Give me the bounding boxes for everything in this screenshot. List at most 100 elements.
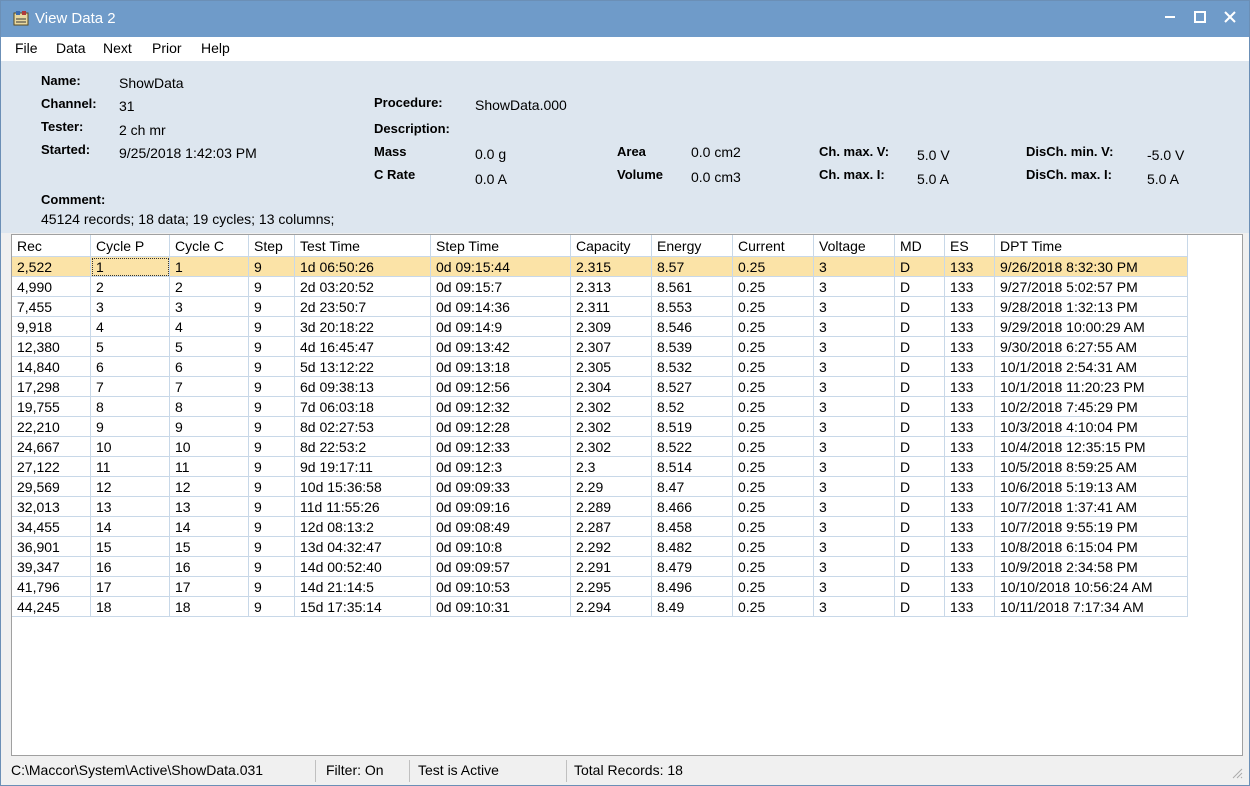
table-cell[interactable]: 8.479 [651,556,733,577]
data-grid[interactable]: Rec Cycle P Cycle C Step Test Time Step Time C… [11,234,1243,756]
column-header[interactable]: Capacity [570,235,652,257]
table-cell[interactable]: D [894,496,945,517]
table-cell[interactable]: 6 [169,356,249,377]
table-cell[interactable]: 18 [90,596,170,617]
table-cell[interactable]: 8.561 [651,276,733,297]
table-cell[interactable]: 6d 09:38:13 [294,376,431,397]
table-cell[interactable]: 4 [169,316,249,337]
table-cell[interactable]: 4d 16:45:47 [294,336,431,357]
table-cell[interactable]: 7 [169,376,249,397]
table-cell[interactable]: 9 [248,356,295,377]
table-cell[interactable]: 10 [169,436,249,457]
table-cell[interactable]: D [894,316,945,337]
table-cell[interactable]: 133 [944,456,995,477]
menu-data[interactable]: Data [56,40,86,56]
table-cell[interactable]: 10/11/2018 7:17:34 AM [994,596,1188,617]
column-header[interactable]: DPT Time [994,235,1188,257]
table-cell[interactable]: 10/7/2018 1:37:41 AM [994,496,1188,517]
table-cell[interactable]: D [894,356,945,377]
table-cell[interactable]: 4,990 [12,276,91,297]
table-row[interactable]: 9,918 4 4 9 3d 20:18:22 0d 09:14:9 2.309 8.546 0… [12,316,1188,337]
table-cell[interactable]: D [894,556,945,577]
table-cell[interactable]: 2.305 [570,356,652,377]
table-cell[interactable]: 16 [90,556,170,577]
table-cell[interactable]: 133 [944,496,995,517]
table-cell[interactable]: 9 [248,536,295,557]
table-cell[interactable]: 0.25 [732,596,814,617]
table-cell[interactable]: 1 [169,256,249,277]
table-cell[interactable]: 0d 09:13:42 [430,336,571,357]
table-cell[interactable]: 3 [813,496,895,517]
table-cell[interactable]: 0.25 [732,316,814,337]
table-cell[interactable]: 3 [813,436,895,457]
table-cell[interactable]: 8.546 [651,316,733,337]
table-cell[interactable]: 0d 09:12:3 [430,456,571,477]
table-cell[interactable]: 0.25 [732,256,814,277]
table-cell[interactable]: 2.315 [570,256,652,277]
table-cell[interactable]: D [894,376,945,397]
table-cell[interactable]: 0d 09:12:56 [430,376,571,397]
table-cell[interactable]: 2.29 [570,476,652,497]
table-cell[interactable]: 0d 09:15:7 [430,276,571,297]
table-cell[interactable]: 17 [90,576,170,597]
table-cell[interactable]: 10 [90,436,170,457]
table-cell[interactable]: 10/5/2018 8:59:25 AM [994,456,1188,477]
table-cell[interactable]: 3 [813,376,895,397]
table-row[interactable]: 36,901 15 15 9 13d 04:32:47 0d 09:10:8 2.292 8.… [12,536,1188,557]
table-cell[interactable]: 17,298 [12,376,91,397]
table-cell[interactable]: 14d 00:52:40 [294,556,431,577]
table-cell[interactable]: 133 [944,516,995,537]
table-cell[interactable]: 0.25 [732,416,814,437]
column-header[interactable]: Rec [12,235,91,257]
table-cell[interactable]: 8.52 [651,396,733,417]
table-cell[interactable]: 8.482 [651,536,733,557]
table-cell[interactable]: 2.304 [570,376,652,397]
column-header[interactable]: Energy [651,235,733,257]
table-cell[interactable]: 9 [248,596,295,617]
table-cell[interactable]: 3 [813,416,895,437]
table-cell[interactable]: 0.25 [732,536,814,557]
table-cell[interactable]: 11 [90,456,170,477]
table-cell[interactable]: 3 [169,296,249,317]
table-cell[interactable]: 5d 13:12:22 [294,356,431,377]
table-row[interactable]: 44,245 18 18 9 15d 17:35:14 0d 09:10:31 2.294 8… [12,596,1188,617]
resize-grip-icon[interactable] [1231,767,1243,779]
table-cell[interactable]: D [894,516,945,537]
column-header[interactable]: MD [894,235,945,257]
table-cell[interactable]: 9 [248,336,295,357]
table-cell[interactable]: 11d 11:55:26 [294,496,431,517]
table-cell[interactable]: 9 [248,476,295,497]
table-cell[interactable]: 44,245 [12,596,91,617]
table-cell[interactable]: 9/27/2018 5:02:57 PM [994,276,1188,297]
table-cell[interactable]: 8d 02:27:53 [294,416,431,437]
table-cell[interactable]: 0d 09:08:49 [430,516,571,537]
table-cell[interactable]: 9d 19:17:11 [294,456,431,477]
table-cell[interactable]: 41,796 [12,576,91,597]
table-cell[interactable]: 2d 23:50:7 [294,296,431,317]
menu-next[interactable]: Next [103,40,132,56]
table-cell[interactable]: 2.302 [570,416,652,437]
table-cell[interactable]: 0.25 [732,576,814,597]
table-cell[interactable]: 8 [169,396,249,417]
table-row[interactable]: 39,347 16 16 9 14d 00:52:40 0d 09:09:57 2.291 8… [12,556,1188,577]
table-cell[interactable]: 0d 09:12:33 [430,436,571,457]
table-cell[interactable]: 0.25 [732,476,814,497]
table-cell[interactable]: 3d 20:18:22 [294,316,431,337]
table-cell[interactable]: 0.25 [732,556,814,577]
table-cell[interactable]: 0d 09:10:53 [430,576,571,597]
table-cell[interactable]: 3 [813,476,895,497]
table-cell[interactable]: 9/28/2018 1:32:13 PM [994,296,1188,317]
table-cell[interactable]: 9/29/2018 10:00:29 AM [994,316,1188,337]
table-cell[interactable]: 0d 09:09:33 [430,476,571,497]
table-cell[interactable]: 9 [248,576,295,597]
table-cell[interactable]: 10/1/2018 2:54:31 AM [994,356,1188,377]
table-cell[interactable]: 133 [944,356,995,377]
table-cell[interactable]: 2,522 [12,256,91,277]
table-cell[interactable]: 10/1/2018 11:20:23 PM [994,376,1188,397]
table-row[interactable]: 27,122 11 11 9 9d 19:17:11 0d 09:12:3 2.3 8.514… [12,456,1188,477]
table-cell[interactable]: 8.553 [651,296,733,317]
table-cell[interactable]: 5 [169,336,249,357]
table-cell[interactable]: 3 [813,316,895,337]
title-bar[interactable]: View Data 2 [1,1,1249,37]
table-cell[interactable]: 2.313 [570,276,652,297]
